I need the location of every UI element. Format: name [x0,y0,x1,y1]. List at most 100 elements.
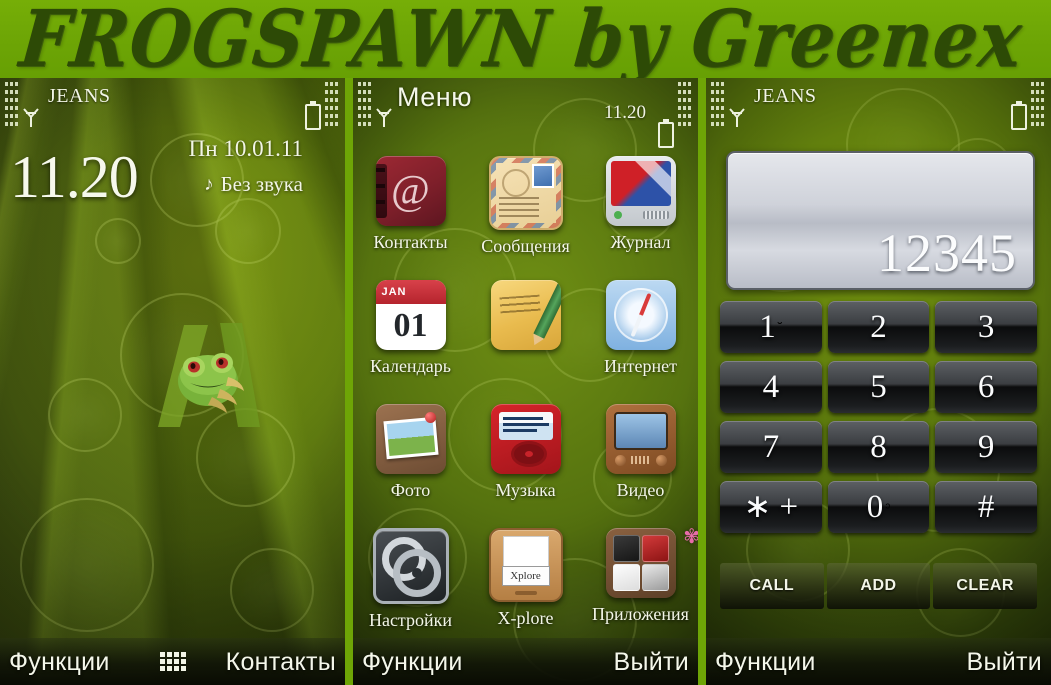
key-label: 1 [759,308,776,345]
key-2[interactable]: 2 [827,301,930,353]
key-label: 3 [977,308,995,345]
signal-icon [729,108,745,127]
menu-label: Фото [390,480,431,500]
calendar-day: 01 [393,307,428,344]
dialed-number: 12345 [877,223,1017,283]
key-7[interactable]: 7 [720,421,822,473]
softkey-options[interactable]: Функции [715,648,816,677]
video-tv-icon [605,404,676,474]
notes-pencil-icon [490,280,561,350]
menu-item-contacts[interactable]: @ Контакты [353,156,468,276]
home-profile-label: Без звука [220,172,303,196]
battery-icon [658,119,674,148]
key-label: 5 [870,368,887,405]
key-label: 2 [870,308,887,345]
panel-menu-screen: Меню 11.20 @ Контакты Сообщения Журнал J… [353,78,698,685]
dialer-number-display[interactable]: 12345 [726,151,1035,290]
key-label: # [977,488,995,525]
banner-title: FROGSPAWN by Greenex [16,0,1027,78]
menu-item-music[interactable]: Музыка [468,404,583,524]
menu-item-photos[interactable]: Фото [353,404,468,524]
home-profile[interactable]: ♪ Без звука [204,172,303,197]
home-clock: 11.20 [10,144,139,210]
menu-item-notes[interactable] [468,280,583,400]
dialer-actions: CALL ADD CLEAR [720,563,1037,609]
battery-icon [1011,101,1027,130]
menu-label: Настройки [368,610,453,630]
menu-item-settings[interactable]: Настройки [353,528,468,648]
status-bar-dialer: JEANS [706,78,1051,150]
add-button[interactable]: ADD [826,563,931,609]
menu-label: Приложения [592,604,689,624]
calendar-icon: JAN 01 [375,280,446,350]
menu-item-xplore[interactable]: Xplore X-plore [468,528,583,648]
settings-gears-icon [372,528,449,604]
internet-compass-icon [605,280,676,350]
menu-grid: @ Контакты Сообщения Журнал JAN 01 Кален… [353,156,698,648]
menu-label: Контакты [373,232,448,252]
status-bar-home: JEANS [0,78,345,150]
keypad-icon[interactable] [159,652,186,671]
menu-label: X-plore [497,608,554,628]
menu-item-internet[interactable]: Интернет [583,280,698,400]
menu-item-calendar[interactable]: JAN 01 Календарь [353,280,468,400]
flower-decor-icon: ✾ [683,526,698,548]
softkey-contacts[interactable]: Контакты [226,648,336,677]
signal-icon [23,108,39,127]
operator-name: JEANS [48,85,111,107]
key-star[interactable]: ∗ + [720,481,822,533]
menu-label: Интернет [604,356,677,376]
menu-item-messaging[interactable]: Сообщения [468,156,583,276]
xplore-tag-label: Xplore [501,566,550,586]
softkey-exit[interactable]: Выйти [966,648,1042,677]
menu-item-log[interactable]: Журнал [583,156,698,276]
key-4[interactable]: 4 [720,361,822,413]
xplore-filebox-icon: Xplore [488,528,563,602]
key-label: 0 [866,488,884,525]
menu-clock: 11.20 [603,102,646,123]
operator-name: JEANS [754,85,817,107]
softkey-bar-dialer: Функции Выйти [706,638,1051,685]
menu-item-video[interactable]: Видео [583,404,698,524]
contacts-icon: @ [375,156,446,226]
signal-icon [376,108,392,127]
frog-illustration [158,323,260,427]
key-hash[interactable]: # [935,481,1037,533]
softkey-bar-home: Функции Контакты [0,638,345,685]
menu-label: Журнал [610,232,671,252]
menu-label: Календарь [370,356,451,376]
dialpad: 1 ˘ 2 3 4 5 6 7 8 9 ∗ + 0ᵓ # [720,301,1037,533]
menu-label: Видео [616,480,665,500]
key-8[interactable]: 8 [827,421,930,473]
music-note-icon: ♪ [204,173,214,195]
key-0[interactable]: 0ᵓ [827,481,930,533]
key-6[interactable]: 6 [935,361,1037,413]
applications-icon [605,528,676,598]
softkey-exit[interactable]: Выйти [613,648,689,677]
key-label: 7 [762,428,780,465]
call-button[interactable]: CALL [720,563,824,609]
softkey-bar-menu: Функции Выйти [353,638,698,685]
photos-icon [375,404,446,474]
call-log-icon [605,156,676,226]
softkey-options[interactable]: Функции [9,648,110,677]
softkey-options[interactable]: Функции [362,648,463,677]
key-5[interactable]: 5 [827,361,930,413]
banner: FROGSPAWN by Greenex [0,0,1051,78]
panel-dialer-screen: JEANS 12345 1 ˘ 2 3 4 5 6 7 8 9 ∗ + 0 ᵓ … [706,78,1051,685]
key-1[interactable]: 1 ˘ [720,301,822,353]
key-label: 6 [977,368,995,405]
panels: JEANS 11.20 Пн 10.01.11 ♪ Без звука Функ… [0,78,1051,685]
key-9[interactable]: 9 [935,421,1037,473]
zero-sup-icon: ᵓ [885,499,891,515]
clear-button[interactable]: CLEAR [933,563,1037,609]
music-player-icon [490,404,561,474]
calendar-month: JAN [375,280,446,304]
voicemail-icon: ˘ [777,319,783,335]
menu-item-applications[interactable]: ✾ Приложения [583,526,698,648]
theme-showcase: FROGSPAWN by Greenex JEANS 11.20 Пн 10.0… [0,0,1051,685]
battery-icon [305,101,321,130]
menu-title: Меню [397,82,472,112]
key-3[interactable]: 3 [935,301,1037,353]
messaging-envelope-icon [488,156,563,230]
